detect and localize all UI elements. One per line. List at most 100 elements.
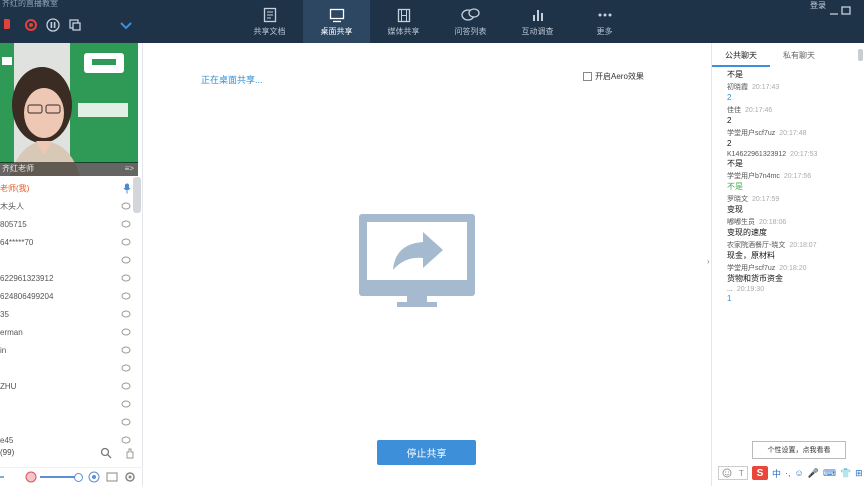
sender-name: K14622961323912 bbox=[727, 151, 787, 158]
chat-icon[interactable] bbox=[121, 418, 131, 427]
tab-label: 更多 bbox=[596, 27, 613, 36]
copy-button[interactable] bbox=[66, 16, 84, 34]
user-row[interactable]: in bbox=[0, 341, 143, 359]
chat-icon[interactable] bbox=[121, 220, 131, 229]
smiley-icon bbox=[722, 468, 732, 478]
chat-icon[interactable] bbox=[121, 256, 131, 265]
chat-message: 嘟嘟生员 20:18:06 变现的速度 bbox=[727, 217, 857, 238]
user-list: 老师(我) 木头人 805715 64*****70 622961323912 … bbox=[0, 179, 143, 449]
chat-icon[interactable] bbox=[121, 238, 131, 247]
desktop-share-icon bbox=[329, 8, 344, 22]
tab-media-share[interactable]: 媒体共享 bbox=[370, 0, 437, 43]
microphone-icon[interactable] bbox=[123, 183, 131, 194]
user-row[interactable]: erman bbox=[0, 323, 143, 341]
record-button[interactable] bbox=[22, 16, 40, 34]
user-row[interactable]: ZHU bbox=[0, 377, 143, 395]
ime-voice[interactable]: 🎤 bbox=[808, 468, 819, 479]
microphone-icon[interactable] bbox=[0, 16, 18, 34]
login-link[interactable]: 登录 bbox=[810, 0, 826, 11]
ime-emoji[interactable]: ☺ bbox=[795, 468, 804, 478]
message-text: 不是 bbox=[727, 159, 743, 168]
tab-shared-document[interactable]: 共享文档 bbox=[236, 0, 303, 43]
ime-tools[interactable]: ⊞ bbox=[855, 468, 863, 479]
mode-dropdown[interactable] bbox=[84, 15, 136, 37]
ime-punctuation[interactable]: ·, bbox=[785, 468, 791, 478]
user-row-teacher[interactable]: 老师(我) bbox=[0, 179, 143, 197]
minimize-icon[interactable] bbox=[828, 6, 840, 16]
chat-icon[interactable] bbox=[121, 364, 131, 373]
user-row[interactable]: 64*****70 bbox=[0, 233, 143, 251]
message-time: 20:19:30 bbox=[736, 286, 765, 293]
chat-message: 学堂用户b7n4mc 20:17:56 不是 bbox=[727, 171, 857, 192]
message-text: 1 bbox=[727, 294, 732, 303]
message-time: 20:17:56 bbox=[783, 173, 812, 180]
image-icon[interactable] bbox=[106, 471, 118, 483]
tab-more[interactable]: 更多 bbox=[571, 0, 638, 43]
user-row[interactable]: 木头人 bbox=[0, 197, 143, 215]
chat-icon[interactable] bbox=[121, 274, 131, 283]
window-title: 齐红的直播教室 bbox=[2, 0, 58, 8]
user-name: e45 bbox=[0, 435, 14, 445]
emoji-picker-button[interactable]: T bbox=[718, 466, 748, 480]
chat-icon[interactable] bbox=[121, 310, 131, 319]
ime-keyboard[interactable]: ⌨ bbox=[823, 468, 836, 479]
chat-icon[interactable] bbox=[121, 292, 131, 301]
chat-scrollbar[interactable] bbox=[858, 49, 863, 61]
chat-icon[interactable] bbox=[121, 382, 131, 391]
tab-qa-list[interactable]: 问答列表 bbox=[437, 0, 504, 43]
chat-icon[interactable] bbox=[121, 436, 131, 445]
user-row[interactable]: 622961323912 bbox=[0, 269, 143, 287]
search-icon[interactable] bbox=[100, 447, 112, 459]
sender-name: 农家院酒餐厅-晓文 bbox=[727, 242, 786, 249]
stop-sharing-button[interactable]: 停止共享 bbox=[377, 440, 476, 465]
user-name: 805715 bbox=[0, 219, 27, 229]
chat-icon[interactable] bbox=[121, 400, 131, 409]
pause-button[interactable] bbox=[44, 16, 62, 34]
user-row[interactable] bbox=[0, 413, 143, 431]
chat-icon[interactable] bbox=[121, 346, 131, 355]
tab-label: 问答列表 bbox=[454, 27, 487, 36]
headset-icon[interactable] bbox=[24, 471, 38, 483]
teacher-name: 齐红老师 bbox=[2, 164, 34, 173]
hand-icon[interactable] bbox=[124, 447, 136, 459]
user-row[interactable] bbox=[0, 359, 143, 377]
tab-label: 互动调查 bbox=[521, 27, 554, 36]
ime-mode[interactable]: 中 bbox=[772, 467, 781, 480]
chat-icon[interactable] bbox=[121, 328, 131, 337]
user-row[interactable]: 805715 bbox=[0, 215, 143, 233]
user-count: (99) bbox=[0, 448, 15, 457]
maximize-icon[interactable] bbox=[840, 6, 852, 16]
video-more-button[interactable]: ≡> bbox=[125, 162, 134, 176]
user-row[interactable]: 35 bbox=[0, 305, 143, 323]
sender-name: 初晓霞 bbox=[727, 84, 748, 91]
chat-icon[interactable] bbox=[121, 202, 131, 211]
tab-public-chat[interactable]: 公共聊天 bbox=[712, 47, 770, 67]
message-text: 2 bbox=[727, 93, 732, 102]
speaker-volume-icon[interactable] bbox=[0, 472, 10, 482]
teacher-video[interactable]: 齐红老师 ≡> bbox=[0, 43, 138, 176]
message-text: 2 bbox=[727, 139, 732, 148]
volume-slider[interactable] bbox=[40, 472, 83, 482]
tab-interactive-survey[interactable]: 互动调查 bbox=[504, 0, 571, 43]
user-name: in bbox=[0, 345, 7, 355]
ime-toolbar[interactable]: S 中 ·, ☺ 🎤 ⌨ 👕 ⊞ bbox=[752, 466, 864, 480]
user-name: 木头人 bbox=[0, 201, 24, 211]
tab-private-chat[interactable]: 私有聊天 bbox=[770, 47, 828, 67]
collapse-chevron-icon[interactable]: › bbox=[707, 257, 710, 266]
chat-message: ... 20:19:30 1 bbox=[727, 286, 857, 304]
chat-message: 学堂用户scf7uz 20:18:20 货物和货币资金 bbox=[727, 263, 857, 284]
tab-desktop-share[interactable]: 桌面共享 bbox=[303, 0, 370, 43]
user-name: 35 bbox=[0, 309, 9, 319]
user-row[interactable] bbox=[0, 395, 143, 413]
aero-checkbox[interactable] bbox=[583, 72, 592, 81]
aero-toggle[interactable]: 开启Aero效果 bbox=[583, 71, 644, 82]
message-text: 货物和货币资金 bbox=[727, 274, 783, 283]
target-icon[interactable] bbox=[88, 471, 100, 483]
user-row[interactable] bbox=[0, 251, 143, 269]
ime-skin[interactable]: 👕 bbox=[840, 468, 851, 479]
personal-settings-hint[interactable]: 个性设置，点我看看 bbox=[752, 441, 846, 459]
user-row[interactable]: 624806499204 bbox=[0, 287, 143, 305]
user-row[interactable]: e45 bbox=[0, 431, 143, 449]
chat-panel: › 公共聊天 私有聊天 不是 初晓霞 20:17:43 2 佳佳 20:17:46 … bbox=[707, 43, 864, 486]
gear-icon[interactable] bbox=[124, 471, 136, 483]
